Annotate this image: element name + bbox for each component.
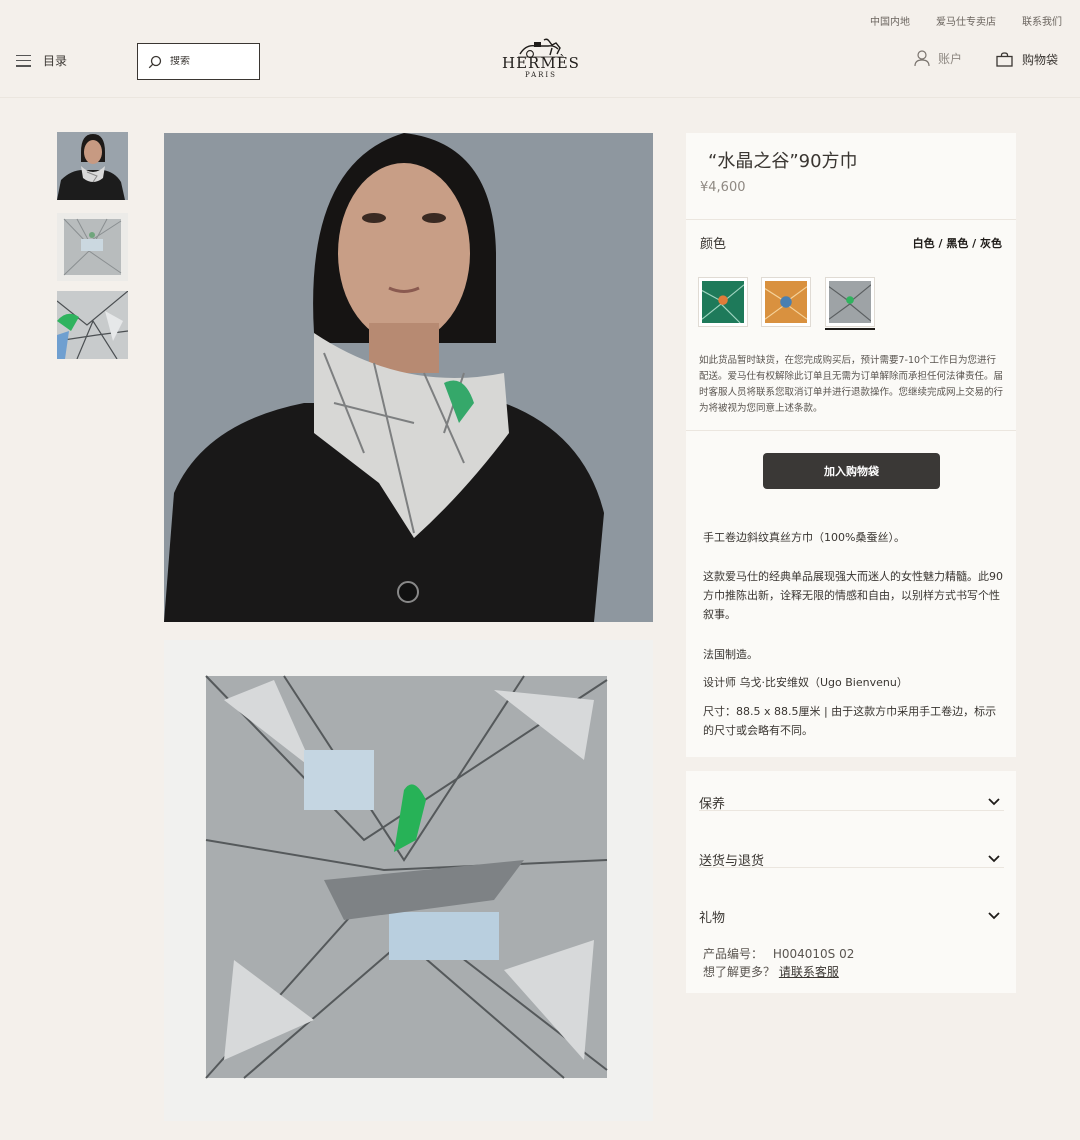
accordion-gift-label: 礼物 bbox=[699, 911, 726, 926]
divider bbox=[686, 430, 1016, 431]
thumbnail-scarf-detail[interactable] bbox=[57, 291, 128, 359]
accordion-shipping[interactable]: 送货与退货 bbox=[699, 828, 1004, 869]
add-to-bag-button[interactable]: 加入购物袋 bbox=[763, 453, 940, 489]
logo-city-text: PARIS bbox=[525, 71, 557, 79]
accordion-gift[interactable]: 礼物 bbox=[699, 885, 1004, 926]
divider bbox=[686, 219, 1016, 220]
utility-nav: 中国内地 爱马仕专卖店 联系我们 bbox=[870, 13, 1062, 28]
contact-service-link[interactable]: 请联系客服 bbox=[779, 965, 839, 979]
site-header: 中国内地 爱马仕专卖店 联系我们 目录 HERMÈS PARIS 账户 bbox=[0, 0, 1080, 98]
shopping-bag-icon bbox=[996, 52, 1013, 67]
accordion-care-label: 保养 bbox=[699, 797, 726, 812]
product-code: 产品编号： H004010S 02 bbox=[703, 945, 854, 962]
product-panel: “水晶之谷”90方巾 ¥4,600 颜色 白色 / 黑色 / 灰色 如此货品暂时… bbox=[686, 133, 1016, 757]
product-info-panel: 保养 送货与退货 礼物 产品编号： H004010S 02 想了解更多？ 请联系… bbox=[686, 771, 1016, 993]
product-image-model bbox=[164, 133, 653, 622]
thumbnail-model[interactable] bbox=[57, 132, 128, 200]
stock-notice: 如此货品暂时缺货，在您完成购买后，预计需要7-10个工作日为您进行配送。爱马仕有… bbox=[699, 355, 1004, 414]
chevron-down-icon bbox=[988, 798, 1000, 806]
product-price: ¥4,600 bbox=[700, 180, 746, 195]
product-code-value: H004010S 02 bbox=[772, 947, 855, 961]
user-icon bbox=[914, 50, 930, 67]
description-material: 手工卷边斜纹真丝方巾（100%桑蚕丝）。 bbox=[703, 531, 905, 544]
bag-label: 购物袋 bbox=[1022, 53, 1059, 67]
shopping-bag-button[interactable]: 购物袋 bbox=[996, 51, 1058, 68]
selected-swatch-indicator bbox=[825, 328, 875, 330]
color-swatch-grey[interactable] bbox=[825, 277, 875, 327]
search-box[interactable] bbox=[137, 43, 260, 80]
hermes-logo[interactable]: HERMÈS PARIS bbox=[498, 36, 584, 86]
color-label: 颜色 bbox=[700, 237, 727, 252]
account-button[interactable]: 账户 bbox=[914, 50, 962, 67]
description-story: 这款爱马仕的经典单品展现强大而迷人的女性魅力精髓。此90方巾推陈出新，诠释无限的… bbox=[703, 570, 1003, 621]
utility-link-region[interactable]: 中国内地 bbox=[870, 13, 910, 28]
product-image-scarf bbox=[164, 640, 653, 1121]
chevron-down-icon bbox=[988, 855, 1000, 863]
account-label: 账户 bbox=[938, 52, 963, 66]
search-icon bbox=[148, 55, 162, 68]
product-title: “水晶之谷”90方巾 bbox=[708, 151, 858, 172]
color-swatch-orange[interactable] bbox=[761, 277, 811, 327]
description-designer: 设计师 乌戈·比安维奴（Ugo Bienvenu） bbox=[703, 676, 908, 689]
utility-link-stores[interactable]: 爱马仕专卖店 bbox=[936, 13, 996, 28]
accordion-care[interactable]: 保养 bbox=[699, 771, 1004, 812]
more-info: 想了解更多？ 请联系客服 bbox=[703, 963, 839, 980]
description-origin: 法国制造。 bbox=[703, 648, 758, 661]
accordion-shipping-label: 送货与退货 bbox=[699, 854, 765, 869]
chevron-down-icon bbox=[988, 912, 1000, 920]
product-code-label: 产品编号： bbox=[703, 947, 764, 961]
more-info-label: 想了解更多？ bbox=[703, 965, 776, 979]
selected-color: 白色 / 黑色 / 灰色 bbox=[912, 237, 1002, 250]
description-size: 尺寸：88.5 x 88.5厘米 | 由于这款方巾采用手工卷边，标示的尺寸或会略… bbox=[703, 705, 997, 737]
hamburger-icon bbox=[16, 54, 31, 67]
color-swatch-green[interactable] bbox=[698, 277, 748, 327]
search-input[interactable] bbox=[170, 56, 250, 67]
thumbnail-scarf-flat[interactable] bbox=[57, 213, 128, 281]
menu-button[interactable]: 目录 bbox=[16, 52, 67, 69]
menu-label: 目录 bbox=[43, 54, 68, 68]
logo-brand-text: HERMÈS bbox=[502, 54, 580, 72]
utility-link-contact[interactable]: 联系我们 bbox=[1022, 13, 1062, 28]
